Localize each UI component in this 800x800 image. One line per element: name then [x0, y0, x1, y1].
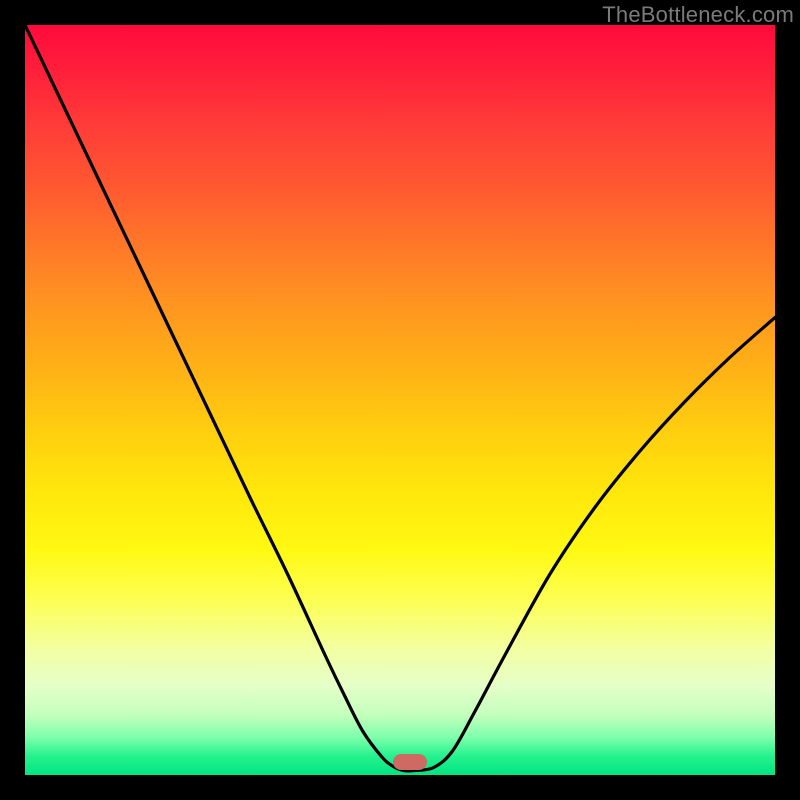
- gradient-plot-area: [25, 25, 775, 775]
- bottleneck-curve: [25, 25, 775, 775]
- minimum-marker: [393, 754, 427, 770]
- chart-frame: TheBottleneck.com: [0, 0, 800, 800]
- curve-path: [25, 25, 775, 771]
